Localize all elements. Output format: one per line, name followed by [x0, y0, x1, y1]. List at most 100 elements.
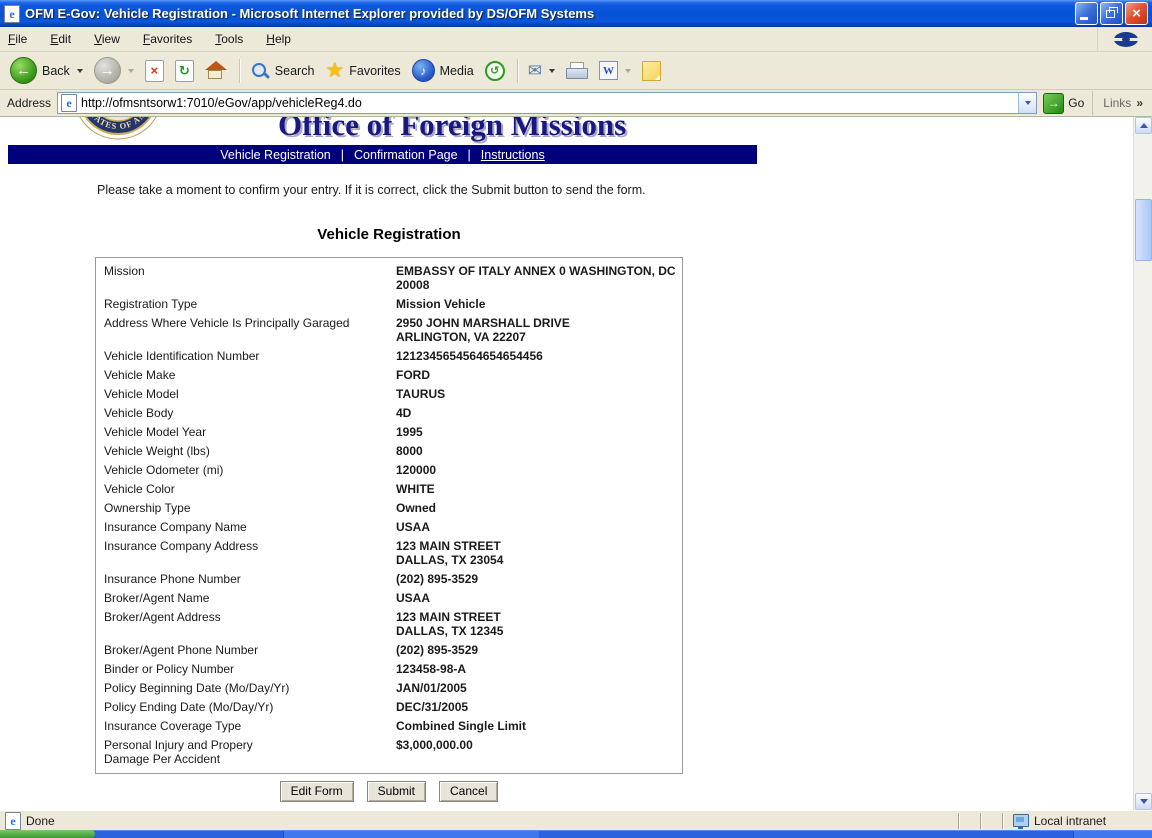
forward-button[interactable]: →: [90, 55, 138, 86]
table-row: Mission EMBASSY OF ITALY ANNEX 0 WASHING…: [96, 261, 682, 294]
edit-word-icon: W: [599, 61, 618, 80]
menu-tools[interactable]: Tools: [215, 32, 243, 46]
field-label: Vehicle Make: [104, 368, 396, 382]
close-button[interactable]: ×: [1125, 2, 1148, 25]
window-title: OFM E-Gov: Vehicle Registration - Micros…: [25, 6, 1075, 21]
go-arrow-icon: →: [1043, 93, 1064, 114]
history-button[interactable]: ↺: [481, 59, 509, 83]
field-value: Combined Single Limit: [396, 719, 682, 733]
favorites-button[interactable]: ★ Favorites: [321, 58, 404, 83]
menu-favorites[interactable]: Favorites: [143, 32, 192, 46]
field-value: Mission Vehicle: [396, 297, 682, 311]
scrollbar-thumb[interactable]: [1135, 199, 1152, 261]
field-label: Vehicle Body: [104, 406, 396, 420]
status-panel: [980, 813, 1002, 829]
confirmation-message: Please take a moment to confirm your ent…: [97, 183, 646, 197]
nav-instructions-link[interactable]: Instructions: [481, 148, 545, 162]
minimize-button[interactable]: [1075, 2, 1098, 25]
zone-text: Local intranet: [1034, 814, 1106, 828]
stop-icon: ×: [145, 60, 164, 82]
table-row: Insurance Phone Number (202) 895-3529: [96, 569, 682, 588]
field-value: 8000: [396, 444, 682, 458]
menu-view[interactable]: View: [94, 32, 120, 46]
restore-button[interactable]: [1100, 2, 1123, 25]
field-label: Address Where Vehicle Is Principally Gar…: [104, 316, 396, 344]
mail-dropdown-caret[interactable]: [549, 69, 555, 73]
field-label: Policy Beginning Date (Mo/Day/Yr): [104, 681, 396, 695]
table-row: Broker/Agent Address 123 MAIN STREET DAL…: [96, 607, 682, 640]
field-label: Vehicle Model: [104, 387, 396, 401]
refresh-icon: ↻: [175, 60, 194, 82]
scroll-down-icon: [1140, 799, 1148, 804]
cancel-button[interactable]: Cancel: [439, 781, 498, 802]
close-icon: ×: [1132, 6, 1141, 21]
back-dropdown-caret[interactable]: [77, 69, 83, 73]
table-row: Insurance Company Address 123 MAIN STREE…: [96, 536, 682, 569]
refresh-button[interactable]: ↻: [171, 58, 198, 84]
field-label: Mission: [104, 264, 396, 292]
field-label: Personal Injury and Propery Damage Per A…: [104, 738, 396, 766]
table-row: Vehicle Model Year 1995: [96, 422, 682, 441]
field-label: Vehicle Odometer (mi): [104, 463, 396, 477]
print-icon: [566, 62, 588, 79]
toolbar-separator: [239, 59, 241, 83]
nav-vehicle-registration: Vehicle Registration: [220, 148, 330, 162]
department-seal-icon: STATES OF AM: [73, 117, 163, 140]
field-value: JAN/01/2005: [396, 681, 682, 695]
menu-edit[interactable]: Edit: [50, 32, 71, 46]
address-field[interactable]: e: [57, 92, 1037, 114]
table-row: Insurance Coverage Type Combined Single …: [96, 716, 682, 735]
table-row: Registration Type Mission Vehicle: [96, 294, 682, 313]
address-bar: Address e → Go Links »: [0, 90, 1152, 117]
history-icon: ↺: [485, 61, 505, 81]
stop-button[interactable]: ×: [141, 58, 168, 84]
nav-confirmation-page: Confirmation Page: [354, 148, 458, 162]
field-label: Vehicle Model Year: [104, 425, 396, 439]
field-value: (202) 895-3529: [396, 572, 682, 586]
discuss-button[interactable]: [638, 59, 665, 83]
local-intranet-icon: [1013, 814, 1029, 827]
home-button[interactable]: [201, 59, 231, 82]
discuss-icon: [642, 61, 661, 81]
field-label: Vehicle Weight (lbs): [104, 444, 396, 458]
address-input[interactable]: [81, 96, 1018, 110]
table-row: Vehicle Odometer (mi) 120000: [96, 460, 682, 479]
ie-page-icon: e: [61, 94, 77, 112]
field-label: Insurance Phone Number: [104, 572, 396, 586]
home-icon: [205, 61, 227, 80]
mail-button[interactable]: ✉: [524, 60, 559, 81]
ie-page-icon: e: [4, 5, 20, 23]
media-button[interactable]: ♪ Media: [408, 57, 478, 84]
edit-dropdown-caret: [625, 69, 631, 73]
table-row: Vehicle Body 4D: [96, 403, 682, 422]
print-button[interactable]: [562, 60, 592, 81]
status-panel: [958, 813, 980, 829]
search-button[interactable]: Search: [246, 59, 319, 83]
submit-button[interactable]: Submit: [367, 781, 426, 802]
field-value: 4D: [396, 406, 682, 420]
scroll-up-button[interactable]: [1135, 117, 1152, 134]
field-value: WHITE: [396, 482, 682, 496]
menu-file[interactable]: File: [8, 32, 27, 46]
field-value: 120000: [396, 463, 682, 477]
go-button[interactable]: → Go: [1043, 93, 1084, 114]
table-row: Policy Ending Date (Mo/Day/Yr) DEC/31/20…: [96, 697, 682, 716]
table-row: Binder or Policy Number 123458-98-A: [96, 659, 682, 678]
links-bar[interactable]: Links »: [1092, 91, 1149, 115]
back-button[interactable]: ← Back: [6, 55, 87, 86]
scroll-down-button[interactable]: [1135, 793, 1152, 810]
edit-form-button[interactable]: Edit Form: [280, 781, 354, 802]
field-value: FORD: [396, 368, 682, 382]
vertical-scrollbar[interactable]: [1133, 117, 1152, 810]
field-value: TAURUS: [396, 387, 682, 401]
field-label: Broker/Agent Phone Number: [104, 643, 396, 657]
back-icon: ←: [10, 57, 37, 84]
field-value: (202) 895-3529: [396, 643, 682, 657]
taskbar-highlight: [0, 830, 1152, 831]
taskbar-segment: [1073, 830, 1152, 838]
edit-word-button[interactable]: W: [595, 59, 635, 82]
field-value: $3,000,000.00: [396, 738, 682, 766]
address-dropdown-button[interactable]: [1018, 93, 1036, 113]
status-text: Done: [26, 814, 55, 828]
menu-help[interactable]: Help: [266, 32, 291, 46]
